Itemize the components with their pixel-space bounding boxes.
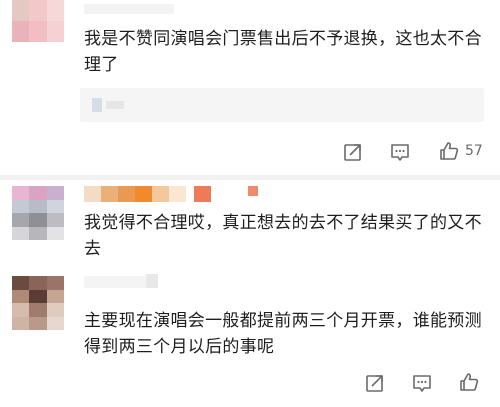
like-icon[interactable] <box>438 140 460 162</box>
avatar[interactable] <box>12 0 64 42</box>
comment-text: 我觉得不合理哎，真正想去的去不了结果买了的又不去 <box>84 213 482 259</box>
comment-icon[interactable] <box>411 372 433 394</box>
avatar[interactable] <box>12 276 64 330</box>
comment-text: 我是不赞同演唱会门票售出后不予退换，这也太不合理了 <box>84 29 482 75</box>
username-blur[interactable] <box>84 276 146 288</box>
user-badge <box>248 186 258 196</box>
share-icon[interactable] <box>364 372 386 394</box>
share-icon[interactable] <box>342 141 364 163</box>
quoted-content[interactable] <box>80 88 484 122</box>
divider <box>0 175 500 180</box>
avatar[interactable] <box>12 186 64 240</box>
quoted-text-blur <box>106 101 124 109</box>
comment-icon[interactable] <box>389 141 411 163</box>
username-blur[interactable] <box>84 4 174 14</box>
like-icon[interactable] <box>458 371 480 393</box>
quoted-thumb <box>92 98 102 112</box>
comment-text: 主要现在演唱会一般都提前两三个月开票，谁能预测得到两三个月以后的事呢 <box>84 311 482 357</box>
username-blur[interactable] <box>84 186 211 202</box>
user-badge <box>146 274 158 288</box>
like-count: 57 <box>465 143 483 159</box>
